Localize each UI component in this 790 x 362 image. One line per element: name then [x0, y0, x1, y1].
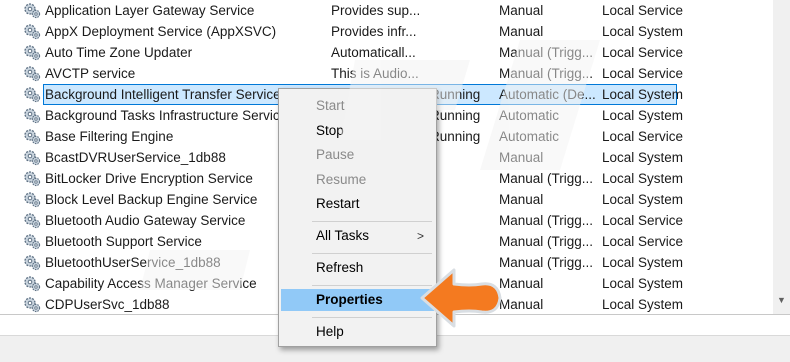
- service-startup-type: Manual (Trigg...: [499, 255, 594, 270]
- service-log-on-as: Local Service: [602, 45, 684, 60]
- gear-icon: [23, 191, 43, 208]
- gear-icon: [23, 86, 43, 103]
- service-startup-type: Manual: [499, 3, 544, 18]
- service-name: Application Layer Gateway Service: [45, 3, 255, 18]
- gear-icon: [23, 128, 43, 145]
- service-status: [430, 0, 496, 21]
- submenu-arrow-icon: >: [416, 229, 424, 243]
- service-startup-type: Manual: [499, 24, 544, 39]
- gear-icon: [23, 233, 43, 250]
- service-status: [430, 168, 496, 189]
- service-startup-type: Manual: [499, 150, 544, 165]
- service-log-on-as: Local System: [602, 171, 684, 186]
- service-log-on-as: Local System: [602, 87, 684, 102]
- gear-icon: [23, 107, 43, 124]
- menu-item-pause[interactable]: Pause: [281, 144, 434, 166]
- service-log-on-as: Local Service: [602, 3, 684, 18]
- service-status: [430, 231, 496, 252]
- menu-separator: [312, 285, 432, 286]
- service-startup-type: Manual (Trigg...: [499, 171, 594, 186]
- vertical-scrollbar[interactable]: ▼: [773, 0, 790, 314]
- gear-icon: [23, 149, 43, 166]
- service-log-on-as: Local System: [602, 108, 684, 123]
- chevron-down-icon[interactable]: ▼: [773, 292, 790, 309]
- service-log-on-as: Local System: [602, 150, 684, 165]
- menu-item-restart[interactable]: Restart: [281, 193, 434, 215]
- gear-icon: [23, 170, 43, 187]
- service-startup-type: Automatic (De...: [499, 87, 596, 102]
- service-log-on-as: Local System: [602, 192, 684, 207]
- service-name: AVCTP service: [45, 66, 136, 81]
- gear-icon: [23, 23, 43, 40]
- gear-icon: [23, 296, 43, 313]
- service-status: Running: [430, 129, 481, 144]
- service-status: [430, 189, 496, 210]
- service-log-on-as: Local Service: [602, 213, 684, 228]
- menu-separator: [312, 317, 432, 318]
- table-row[interactable]: Auto Time Zone Updater Automaticall... Man…: [0, 42, 773, 63]
- service-status: [430, 63, 496, 84]
- service-name: Auto Time Zone Updater: [45, 45, 193, 60]
- service-status: Running: [430, 108, 481, 123]
- table-row[interactable]: AVCTP service This is Audio... Manual (Tri…: [0, 63, 773, 84]
- menu-item-help[interactable]: Help: [281, 321, 434, 343]
- menu-item-all-tasks[interactable]: All Tasks >: [281, 225, 434, 247]
- service-startup-type: Manual: [499, 276, 544, 291]
- gear-icon: [23, 254, 43, 271]
- service-log-on-as: Local System: [602, 276, 684, 291]
- table-row[interactable]: Application Layer Gateway Service Provide…: [0, 0, 773, 21]
- service-status: Running: [430, 87, 481, 102]
- gear-icon: [23, 2, 43, 19]
- menu-item-resume[interactable]: Resume: [281, 169, 434, 191]
- service-startup-type: Automatic: [499, 108, 560, 123]
- service-startup-type: Manual (Trigg...: [499, 234, 594, 249]
- service-log-on-as: Local System: [602, 255, 684, 270]
- service-log-on-as: Local Service: [602, 66, 684, 81]
- menu-separator: [312, 221, 432, 222]
- service-startup-type: Manual (Trigg...: [499, 45, 594, 60]
- service-log-on-as: Local System: [602, 297, 684, 312]
- service-startup-type: Manual: [499, 192, 544, 207]
- gear-icon: [23, 275, 43, 292]
- table-row[interactable]: AppX Deployment Service (AppXSVC) Provide…: [0, 21, 773, 42]
- service-status: [430, 21, 496, 42]
- menu-item-refresh[interactable]: Refresh: [281, 257, 434, 279]
- gear-icon: [23, 44, 43, 61]
- menu-item-start[interactable]: Start: [281, 95, 434, 117]
- service-startup-type: Manual: [499, 297, 544, 312]
- context-menu: Start Stop Pause Resume Restart All Task…: [278, 88, 437, 347]
- menu-separator: [312, 253, 432, 254]
- service-startup-type: Manual (Trigg...: [499, 66, 594, 81]
- service-startup-type: Automatic: [499, 129, 560, 144]
- menu-item-stop[interactable]: Stop: [281, 120, 434, 142]
- menu-item-properties[interactable]: Properties: [281, 289, 434, 311]
- gear-icon: [23, 65, 43, 82]
- service-log-on-as: Local Service: [602, 129, 684, 144]
- arrow-pointer-icon: [420, 268, 502, 328]
- service-status: [430, 42, 496, 63]
- service-status: [430, 147, 496, 168]
- service-log-on-as: Local System: [602, 24, 684, 39]
- service-name: AppX Deployment Service (AppXSVC): [45, 24, 277, 39]
- menu-item-all-tasks-label: All Tasks: [316, 228, 370, 243]
- service-startup-type: Manual (Trigg...: [499, 213, 594, 228]
- service-status: [430, 210, 496, 231]
- service-log-on-as: Local Service: [602, 234, 684, 249]
- gear-icon: [23, 212, 43, 229]
